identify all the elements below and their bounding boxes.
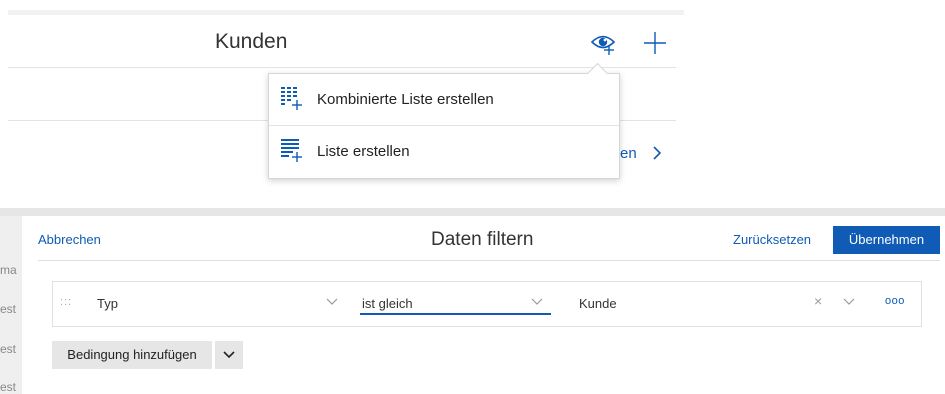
combined-list-add-icon	[281, 87, 303, 111]
filter-condition-row	[52, 281, 922, 327]
chevron-down-icon[interactable]	[843, 298, 855, 306]
reset-button[interactable]: Zurücksetzen	[733, 232, 811, 247]
more-options-icon[interactable]: ooo	[885, 295, 905, 307]
chevron-down-icon[interactable]	[326, 298, 338, 306]
background-text: est	[0, 380, 17, 394]
partial-link[interactable]: en	[620, 145, 637, 162]
clear-icon[interactable]: ×	[814, 293, 822, 309]
background-text: ma	[0, 263, 17, 277]
background-text: est	[0, 342, 17, 356]
menu-item-label: Liste erstellen	[317, 143, 410, 160]
list-add-icon	[281, 139, 303, 163]
chevron-down-icon[interactable]	[531, 298, 543, 306]
cancel-button[interactable]: Abbrechen	[38, 232, 101, 247]
dialog-title: Daten filtern	[431, 229, 534, 250]
chevron-down-icon	[223, 351, 235, 359]
add-condition-button[interactable]: Bedingung hinzufügen	[52, 341, 212, 369]
create-list-menu: Kombinierte Liste erstellen Liste erstel…	[268, 73, 620, 179]
background-strip	[0, 208, 945, 216]
view-options-button[interactable]	[588, 28, 618, 58]
plus-icon	[644, 32, 666, 54]
menu-item-list[interactable]: Liste erstellen	[269, 126, 619, 177]
background-text: est	[0, 302, 17, 316]
add-button[interactable]	[640, 28, 670, 58]
drag-handle-icon[interactable]: :::	[60, 296, 72, 308]
apply-button[interactable]: Übernehmen	[833, 226, 940, 254]
value-select[interactable]: Kunde	[579, 296, 617, 311]
add-condition-dropdown-button[interactable]	[215, 341, 243, 369]
operator-focus-underline	[360, 313, 551, 315]
menu-item-label: Kombinierte Liste erstellen	[317, 91, 494, 108]
top-strip	[8, 10, 684, 15]
field-select[interactable]: Typ	[97, 296, 118, 311]
operator-select[interactable]: ist gleich	[362, 296, 413, 311]
divider	[8, 67, 676, 68]
chevron-right-icon[interactable]	[650, 144, 664, 162]
dialog-divider	[38, 260, 940, 261]
menu-item-combined-list[interactable]: Kombinierte Liste erstellen	[269, 74, 619, 125]
eye-add-icon	[590, 35, 616, 55]
